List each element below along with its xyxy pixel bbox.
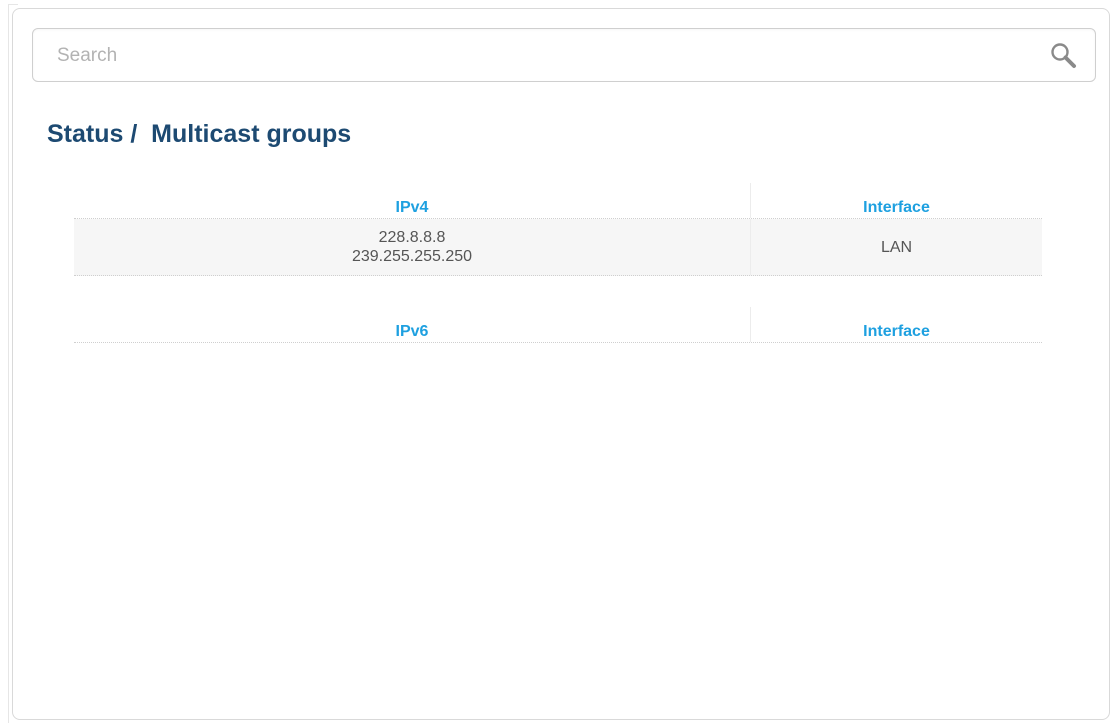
window-edge: [8, 4, 9, 723]
table-header-row: IPv4 Interface: [74, 183, 1042, 219]
ipv4-table: IPv4 Interface 228.8.8.8 239.255.255.250…: [74, 183, 1042, 276]
search-input[interactable]: [55, 29, 1019, 83]
content-panel: Status / Multicast groups IPv4 Interface…: [12, 8, 1110, 720]
window-edge-top: [8, 4, 18, 5]
ipv4-address: 239.255.255.250: [351, 248, 473, 265]
search-box: [32, 28, 1096, 83]
table-header-row: IPv6 Interface: [74, 307, 1042, 343]
page: Status / Multicast groups IPv4 Interface…: [0, 0, 1110, 723]
ipv4-address-cell: 228.8.8.8 239.255.255.250: [74, 219, 751, 275]
column-header-interface: Interface: [863, 322, 930, 340]
column-header-interface: Interface: [863, 198, 930, 216]
page-title: Status / Multicast groups: [47, 120, 352, 148]
column-header-ipv4: IPv4: [74, 183, 751, 218]
interface-cell: LAN: [880, 238, 913, 256]
table-row: 228.8.8.8 239.255.255.250 LAN: [74, 219, 1042, 276]
column-header-ipv6: IPv6: [74, 307, 751, 342]
search-icon[interactable]: [1049, 41, 1079, 71]
ipv6-table: IPv6 Interface: [74, 307, 1042, 343]
ipv4-address: 228.8.8.8: [378, 229, 446, 246]
